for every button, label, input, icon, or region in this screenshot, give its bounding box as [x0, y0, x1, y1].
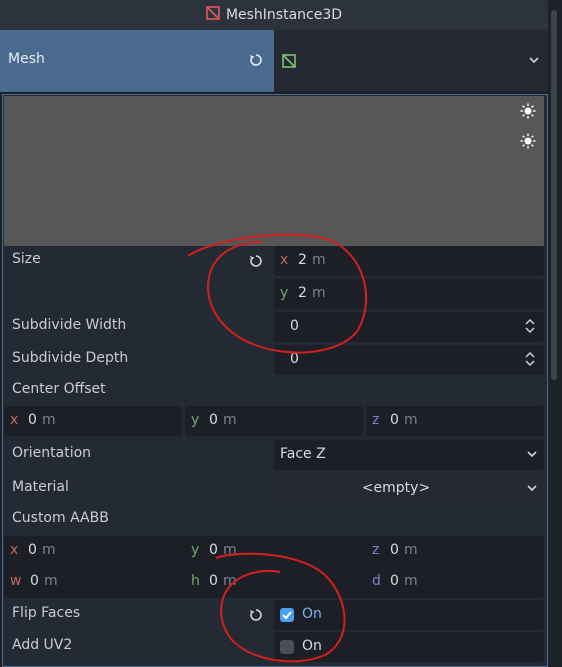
center-offset-z-value: 0 — [390, 412, 399, 428]
unit-label: m — [42, 542, 56, 558]
sun-icon[interactable] — [520, 133, 536, 153]
chevron-down-icon[interactable] — [528, 54, 540, 70]
unit-label: m — [223, 573, 237, 589]
custom-aabb-d-field[interactable]: d 0 m — [366, 567, 544, 597]
custom-aabb-z-field[interactable]: z 0 m — [366, 536, 544, 566]
mesh-label: Mesh — [8, 51, 45, 67]
axis-x-label: x — [10, 542, 19, 558]
unit-label: m — [404, 412, 418, 428]
revert-icon[interactable] — [248, 253, 264, 273]
orientation-value: Face Z — [280, 446, 326, 462]
chevron-down-icon — [526, 448, 538, 464]
add-uv2-checkbox[interactable]: On — [274, 632, 544, 662]
axis-x-label: x — [280, 252, 289, 268]
sun-icon[interactable] — [520, 103, 536, 123]
axis-h-label: h — [191, 573, 200, 589]
custom-aabb-z-value: 0 — [390, 542, 399, 558]
material-picker[interactable]: <empty> — [274, 474, 544, 504]
orientation-label: Orientation — [12, 445, 92, 461]
custom-aabb-x-value: 0 — [28, 542, 37, 558]
custom-aabb-w-value: 0 — [30, 573, 39, 589]
custom-aabb-h-field[interactable]: h 0 m — [185, 567, 363, 597]
mesh-icon — [282, 54, 296, 72]
chevron-down-icon[interactable] — [526, 482, 538, 498]
size-y-value: 2 — [298, 285, 307, 301]
orientation-dropdown[interactable]: Face Z — [274, 440, 544, 470]
unit-label: m — [312, 285, 326, 301]
mesh-preview — [4, 96, 544, 246]
custom-aabb-y-value: 0 — [209, 542, 218, 558]
node-title: MeshInstance3D — [225, 7, 343, 23]
subdivide-width-value: 0 — [290, 318, 299, 334]
subdivide-width-spinbox[interactable]: 0 — [274, 312, 544, 342]
size-label: Size — [12, 251, 41, 267]
unit-label: m — [223, 542, 237, 558]
custom-aabb-label: Custom AABB — [12, 510, 109, 526]
unit-label: m — [223, 412, 237, 428]
size-y-field[interactable]: y 2 m — [274, 279, 544, 309]
custom-aabb-d-value: 0 — [390, 573, 399, 589]
subdivide-depth-value: 0 — [290, 351, 299, 367]
unit-label: m — [404, 542, 418, 558]
inspector-title-bar: MeshInstance3D — [0, 0, 548, 30]
flip-faces-label: Flip Faces — [12, 605, 81, 621]
add-uv2-value: On — [302, 638, 322, 654]
checkbox-checked-icon — [280, 608, 294, 622]
axis-y-label: y — [280, 285, 289, 301]
subdivide-depth-label: Subdivide Depth — [12, 350, 129, 366]
axis-z-label: z — [372, 412, 380, 428]
center-offset-x-value: 0 — [28, 412, 37, 428]
subdivide-width-label: Subdivide Width — [12, 317, 127, 333]
custom-aabb-h-value: 0 — [209, 573, 218, 589]
axis-y-label: y — [191, 412, 200, 428]
center-offset-x-field[interactable]: x 0 m — [4, 406, 182, 436]
axis-y-label: y — [191, 542, 200, 558]
material-label: Material — [12, 479, 69, 495]
center-offset-y-field[interactable]: y 0 m — [185, 406, 363, 436]
custom-aabb-w-field[interactable]: w 0 m — [4, 567, 182, 597]
axis-d-label: d — [372, 573, 381, 589]
unit-label: m — [42, 412, 56, 428]
unit-label: m — [404, 573, 418, 589]
add-uv2-label: Add UV2 — [12, 637, 73, 653]
mesh-resource-picker[interactable] — [274, 30, 548, 92]
axis-z-label: z — [372, 542, 380, 558]
material-value: <empty> — [361, 480, 431, 496]
mesh-instance-icon — [206, 6, 220, 24]
custom-aabb-x-field[interactable]: x 0 m — [4, 536, 182, 566]
axis-w-label: w — [10, 573, 22, 589]
size-x-field[interactable]: x 2 m — [274, 246, 544, 276]
revert-icon[interactable] — [248, 52, 264, 72]
center-offset-label: Center Offset — [12, 381, 106, 397]
unit-label: m — [44, 573, 58, 589]
size-x-value: 2 — [298, 252, 307, 268]
spinner-icon[interactable] — [524, 349, 536, 373]
center-offset-z-field[interactable]: z 0 m — [366, 406, 544, 436]
unit-label: m — [312, 252, 326, 268]
flip-faces-value: On — [302, 606, 322, 622]
revert-icon[interactable] — [248, 607, 264, 627]
flip-faces-checkbox[interactable]: On — [274, 600, 544, 630]
center-offset-y-value: 0 — [209, 412, 218, 428]
scrollbar-thumb[interactable] — [551, 10, 557, 380]
spinner-icon[interactable] — [524, 316, 536, 340]
axis-x-label: x — [10, 412, 19, 428]
mesh-property[interactable]: Mesh — [0, 30, 274, 92]
checkbox-unchecked-icon — [280, 640, 294, 654]
custom-aabb-y-field[interactable]: y 0 m — [185, 536, 363, 566]
subdivide-depth-spinbox[interactable]: 0 — [274, 345, 544, 375]
